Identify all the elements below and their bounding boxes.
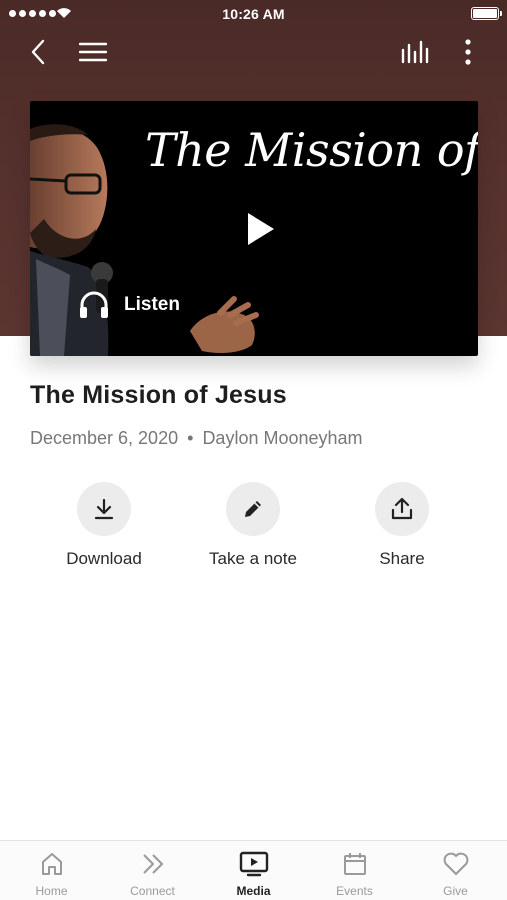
play-button[interactable]	[238, 209, 278, 249]
heart-icon	[443, 852, 469, 875]
hamburger-menu-icon	[79, 42, 107, 62]
download-icon-circle	[77, 482, 131, 536]
headphones-icon	[80, 291, 108, 318]
tab-events-label: Events	[336, 884, 373, 898]
download-icon	[94, 498, 114, 520]
sermon-speaker: Daylon Mooneyham	[202, 428, 363, 448]
sermon-meta: December 6, 2020 • Daylon Mooneyham	[30, 428, 363, 449]
more-vertical-icon	[465, 39, 471, 65]
tab-media-label: Media	[236, 884, 271, 898]
download-label: Download	[66, 549, 142, 568]
sermon-date: December 6, 2020	[30, 428, 179, 448]
tab-give[interactable]: Give	[405, 841, 506, 900]
page-title: The Mission of Jesus	[30, 381, 287, 409]
status-time: 10:26 AM	[222, 6, 285, 22]
home-icon	[42, 853, 62, 875]
play-icon	[248, 213, 274, 245]
equalizer-icon	[401, 40, 429, 64]
meta-separator: •	[187, 428, 194, 448]
listen-label: Listen	[124, 294, 180, 315]
take-a-note-label: Take a note	[209, 549, 297, 568]
battery-icon	[471, 7, 502, 20]
status-bar: 10:26 AM	[0, 0, 507, 28]
listen-button[interactable]: Listen	[78, 287, 180, 323]
tab-home[interactable]: Home	[1, 841, 102, 900]
calendar-icon	[344, 853, 366, 875]
tab-give-label: Give	[443, 884, 468, 898]
tab-connect-label: Connect	[130, 884, 175, 898]
tab-events[interactable]: Events	[304, 841, 405, 900]
download-button[interactable]: Download	[34, 482, 174, 569]
video-title-text: The Mission of Jesus	[145, 123, 478, 177]
tab-media[interactable]: Media	[203, 841, 304, 900]
note-icon-circle	[226, 482, 280, 536]
share-button[interactable]: Share	[332, 482, 472, 569]
menu-button[interactable]	[75, 34, 111, 70]
share-label: Share	[379, 549, 425, 568]
double-chevron-right-icon	[143, 854, 163, 874]
more-options-button[interactable]	[450, 34, 486, 70]
tab-home-label: Home	[35, 884, 68, 898]
tab-bar: Home Connect Media Events Give	[0, 840, 507, 900]
share-icon-circle	[375, 482, 429, 536]
take-a-note-button[interactable]: Take a note	[183, 482, 323, 569]
audio-player-button[interactable]	[397, 34, 433, 70]
tv-play-icon	[239, 851, 269, 877]
video-thumbnail[interactable]: The Mission of Jesus Listen	[30, 101, 478, 356]
back-button[interactable]	[20, 34, 56, 70]
chevron-left-icon	[31, 39, 45, 65]
tab-connect[interactable]: Connect	[102, 841, 203, 900]
pencil-icon	[245, 501, 261, 517]
share-icon	[391, 497, 413, 520]
